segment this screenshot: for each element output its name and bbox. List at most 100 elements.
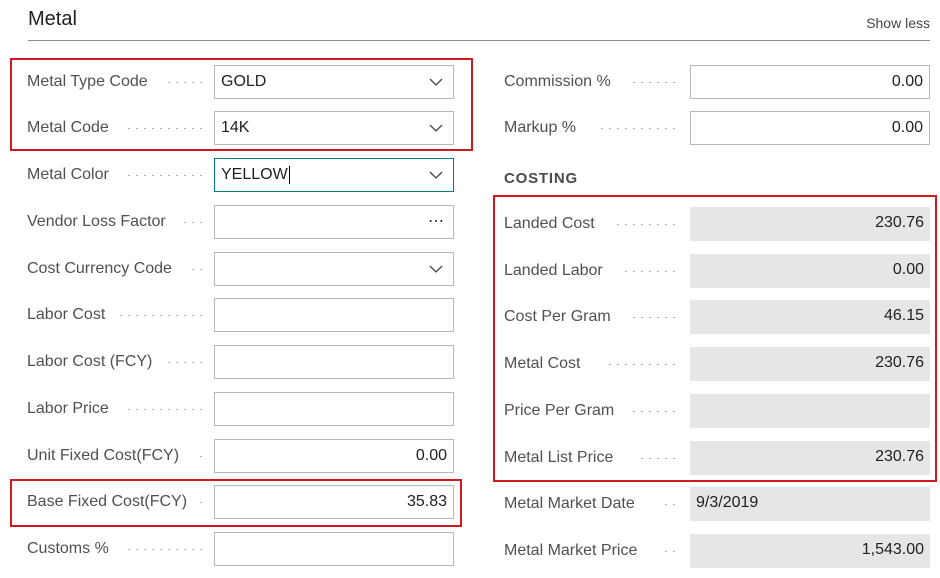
labor-cost-input[interactable] [214,298,454,332]
cost-currency-code-select[interactable] [214,252,454,286]
field-label: Customs % [27,540,115,557]
commission-percent-input[interactable]: 0.00 [690,65,930,99]
leader-dots [165,82,205,83]
metal-code-select[interactable]: 14K [214,111,454,145]
field-label: Metal Code [27,119,115,136]
leader-dots [197,456,205,457]
field-label: Unit Fixed Cost(FCY) [27,447,186,464]
chevron-down-icon[interactable] [429,168,443,182]
text-cursor [288,165,290,184]
field-labor-cost-fcy: Labor Cost (FCY) [0,345,470,379]
customs-percent-input[interactable] [214,532,454,566]
field-value: 35.83 [406,493,447,510]
metal-market-date-value: 9/3/2019 [690,487,930,521]
field-value: 14K [221,119,250,136]
base-fixed-cost-fcy-input[interactable]: 35.83 [214,485,454,519]
field-label: Metal Cost [504,355,587,372]
leader-dots [622,271,678,272]
leader-dots [197,502,205,503]
field-label: Metal Market Price [504,542,644,559]
unit-fixed-cost-fcy-input[interactable]: 0.00 [214,439,454,473]
field-value: 230.76 [875,214,924,231]
leader-dots [125,549,205,550]
field-cost-currency-code: Cost Currency Code [0,252,470,286]
field-label: Metal Color [27,166,115,183]
field-cost-per-gram: Cost Per Gram 46.15 [500,300,940,334]
field-value: GOLD [221,73,267,90]
field-label: Price Per Gram [504,402,621,419]
field-label: Markup % [504,119,583,136]
vendor-loss-factor-lookup[interactable]: ⋯ [214,205,454,239]
field-landed-cost: Landed Cost 230.76 [500,207,940,241]
field-metal-type-code: Metal Type Code GOLD [0,65,470,99]
leader-dots [614,224,678,225]
field-label: Landed Cost [504,215,601,232]
price-per-gram-value [690,394,930,428]
field-price-per-gram: Price Per Gram [500,394,940,428]
leader-dots [630,317,678,318]
leader-dots [117,315,205,316]
chevron-down-icon[interactable] [429,262,443,276]
field-label: Cost Per Gram [504,308,617,325]
landed-labor-value: 0.00 [690,254,930,288]
leader-dots [125,175,205,176]
field-value: YELLOW [221,166,288,183]
field-label: Cost Currency Code [27,260,178,277]
field-value: 0.00 [891,119,923,136]
chevron-down-icon[interactable] [429,75,443,89]
field-value: 0.00 [892,261,924,278]
leader-dots [662,551,678,552]
field-label: Metal List Price [504,449,620,466]
leader-dots [606,364,678,365]
field-value: 0.00 [415,447,447,464]
leader-dots [630,411,678,412]
leader-dots [638,458,678,459]
field-metal-color: Metal Color YELLOW [0,158,470,192]
field-base-fixed-cost-fcy: Base Fixed Cost(FCY) 35.83 [0,485,470,519]
field-vendor-loss-factor: Vendor Loss Factor ⋯ [0,205,470,239]
leader-dots [189,269,205,270]
field-metal-list-price: Metal List Price 230.76 [500,441,940,475]
field-label: Metal Type Code [27,73,154,90]
field-metal-code: Metal Code 14K [0,111,470,145]
field-value: 46.15 [883,307,924,324]
metal-color-select[interactable]: YELLOW [214,158,454,192]
field-customs-percent: Customs % [0,532,470,566]
field-label: Landed Labor [504,262,609,279]
leader-dots [165,362,205,363]
labor-price-input[interactable] [214,392,454,426]
leader-dots [125,128,205,129]
field-value: 230.76 [875,354,924,371]
field-labor-cost: Labor Cost [0,298,470,332]
labor-cost-fcy-input[interactable] [214,345,454,379]
field-label: Metal Market Date [504,495,641,512]
markup-percent-input[interactable]: 0.00 [690,111,930,145]
leader-dots [181,222,205,223]
field-label: Base Fixed Cost(FCY) [27,493,194,510]
leader-dots [630,82,678,83]
field-value: 9/3/2019 [696,494,759,511]
field-commission-percent: Commission % 0.00 [500,65,940,99]
landed-cost-value: 230.76 [690,207,930,241]
field-metal-market-date: Metal Market Date 9/3/2019 [500,487,940,521]
metal-type-code-select[interactable]: GOLD [214,65,454,99]
field-metal-market-price: Metal Market Price 1,543.00 [500,534,940,568]
leader-dots [662,504,678,505]
show-less-link[interactable]: Show less [866,15,930,31]
field-metal-cost: Metal Cost 230.76 [500,347,940,381]
field-value: 0.00 [891,73,923,90]
field-markup-percent: Markup % 0.00 [500,111,940,145]
metal-cost-value: 230.76 [690,347,930,381]
field-unit-fixed-cost-fcy: Unit Fixed Cost(FCY) 0.00 [0,439,470,473]
metal-list-price-value: 230.76 [690,441,930,475]
field-label: Labor Cost [27,306,112,323]
section-divider [28,40,930,41]
field-landed-labor: Landed Labor 0.00 [500,254,940,288]
field-value: 230.76 [875,448,924,465]
section-title: Metal [28,8,77,30]
field-labor-price: Labor Price [0,392,470,426]
metal-market-price-value: 1,543.00 [690,534,930,568]
field-label: Labor Cost (FCY) [27,353,159,370]
ellipsis-icon[interactable]: ⋯ [428,206,444,238]
chevron-down-icon[interactable] [429,121,443,135]
